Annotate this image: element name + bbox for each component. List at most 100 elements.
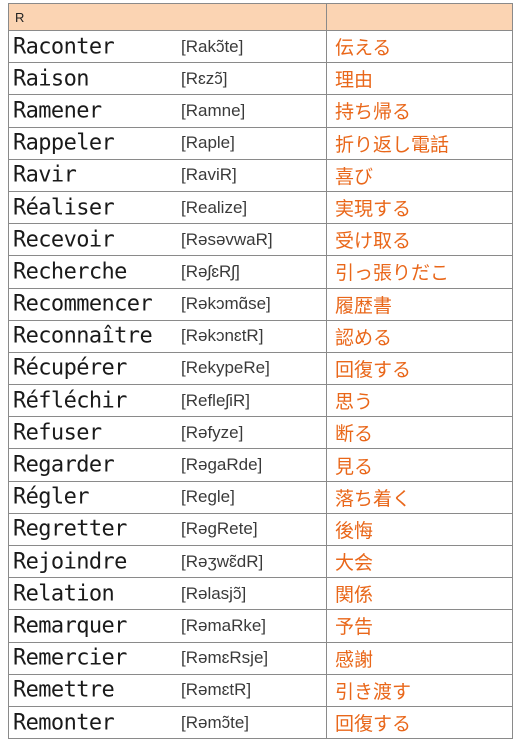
section-letter: R	[8, 3, 327, 31]
pronunciation: [Rəʒwɛ̃dR]	[181, 551, 264, 571]
word-cell: Refuser [Rəfyze]	[8, 416, 327, 450]
japanese-meaning: 感謝	[326, 641, 513, 675]
word-cell: Remettre [RəmɛtR]	[8, 673, 327, 707]
french-word: Raconter	[13, 34, 115, 60]
pronunciation: [Rəmɔ̃te]	[181, 712, 250, 732]
table-row: Rejoindre [Rəʒwɛ̃dR] 大会	[8, 544, 513, 579]
word-cell-content: Regarder [RəgaRde]	[10, 450, 326, 480]
vocabulary-sheet: R Raconter [Rakɔ̃te] 伝える Raison [Rɛzɔ̃] 理由 Ram…	[0, 0, 518, 751]
table-row: Raconter [Rakɔ̃te] 伝える	[8, 29, 513, 64]
japanese-meaning: 持ち帰る	[326, 94, 513, 128]
japanese-meaning: 履歴書	[326, 287, 513, 321]
japanese-meaning: 理由	[326, 62, 513, 96]
pronunciation: [Ramne]	[181, 100, 246, 120]
table-row: Rappeler [Raple] 折り返し電話	[8, 126, 513, 160]
french-word: Régler	[13, 484, 89, 510]
french-word: Regarder	[13, 452, 115, 478]
table-row: Réaliser [Realize] 実現する	[8, 190, 513, 225]
pronunciation: [Rəfyze]	[181, 422, 244, 442]
japanese-meaning: 伝える	[326, 29, 513, 64]
french-word: Regretter	[13, 516, 127, 542]
word-cell: Recommencer [Rəkɔmɑ̃se]	[8, 287, 327, 321]
french-word: Rejoindre	[13, 549, 127, 575]
pronunciation: [Realize]	[181, 197, 248, 217]
table-row: Remercier [RəmɛRsje] 感謝	[8, 641, 513, 675]
word-cell-content: Remarquer [RəmaRke]	[10, 611, 326, 641]
french-word: Ramener	[13, 98, 102, 124]
word-cell: Remarquer [RəmaRke]	[8, 609, 327, 643]
table-row: Remarquer [RəmaRke] 予告	[8, 609, 513, 643]
table-row: Remettre [RəmɛtR] 引き渡す	[8, 673, 513, 707]
word-cell: Relation [Rəlasjɔ̃]	[8, 577, 327, 611]
word-cell: Regarder [RəgaRde]	[8, 448, 327, 482]
pronunciation: [RefleʃiR]	[181, 390, 250, 410]
table-row: Ravir [RaviR] 喜び	[8, 158, 513, 192]
word-cell: Récupérer [RekypeRe]	[8, 351, 327, 386]
table-row: Régler [Regle] 落ち着く	[8, 480, 513, 514]
word-cell-content: Raconter [Rakɔ̃te]	[10, 32, 326, 62]
japanese-meaning: 回復する	[326, 351, 513, 386]
pronunciation: [Rakɔ̃te]	[181, 36, 244, 56]
french-word: Recommencer	[13, 291, 153, 317]
french-word: Remettre	[13, 677, 115, 703]
word-cell-content: Recevoir [RəsəvwaR]	[10, 225, 326, 255]
japanese-meaning: 後悔	[326, 512, 513, 547]
word-cell: Rejoindre [Rəʒwɛ̃dR]	[8, 544, 327, 579]
french-word: Remonter	[13, 710, 115, 736]
french-word: Réaliser	[13, 195, 115, 221]
word-cell-content: Refuser [Rəfyze]	[10, 418, 326, 448]
pronunciation: [Rɛzɔ̃]	[181, 68, 228, 88]
word-cell: Reconnaître [RəkɔnɛtR]	[8, 319, 327, 353]
japanese-meaning: 受け取る	[326, 223, 513, 257]
word-cell: Rappeler [Raple]	[8, 126, 327, 160]
word-cell-content: Recommencer [Rəkɔmɑ̃se]	[10, 289, 326, 319]
table-row: Recommencer [Rəkɔmɑ̃se] 履歴書	[8, 287, 513, 321]
japanese-meaning: 認める	[326, 319, 513, 353]
word-cell: Raconter [Rakɔ̃te]	[8, 29, 327, 64]
word-cell-content: Relation [Rəlasjɔ̃]	[10, 579, 326, 609]
vocabulary-table: R Raconter [Rakɔ̃te] 伝える Raison [Rɛzɔ̃] 理由 Ram…	[8, 3, 513, 740]
table-row: Raison [Rɛzɔ̃] 理由	[8, 62, 513, 96]
word-cell: Regretter [RəgRete]	[8, 512, 327, 547]
table-row: Récupérer [RekypeRe] 回復する	[8, 351, 513, 386]
section-header-row: R	[8, 3, 513, 31]
section-header-blank	[326, 3, 513, 31]
word-cell: Raison [Rɛzɔ̃]	[8, 62, 327, 96]
word-cell-content: Rejoindre [Rəʒwɛ̃dR]	[10, 547, 326, 577]
pronunciation: [RekypeRe]	[181, 358, 270, 378]
vocabulary-table-body: R Raconter [Rakɔ̃te] 伝える Raison [Rɛzɔ̃] 理由 Ram…	[8, 3, 513, 740]
french-word: Raison	[13, 66, 89, 92]
word-cell: Remonter [Rəmɔ̃te]	[8, 705, 327, 740]
french-word: Recherche	[13, 259, 127, 285]
word-cell-content: Remercier [RəmɛRsje]	[10, 643, 326, 673]
word-cell-content: Reconnaître [RəkɔnɛtR]	[10, 321, 326, 351]
japanese-meaning: 関係	[326, 577, 513, 611]
pronunciation: [RəgRete]	[181, 519, 258, 539]
japanese-meaning: 折り返し電話	[326, 126, 513, 160]
japanese-meaning: 予告	[326, 609, 513, 643]
table-row: Refuser [Rəfyze] 断る	[8, 416, 513, 450]
table-row: Remonter [Rəmɔ̃te] 回復する	[8, 705, 513, 740]
word-cell-content: Recherche [RəʃɛRʃ]	[10, 257, 326, 287]
word-cell: Régler [Regle]	[8, 480, 327, 514]
pronunciation: [Rəlasjɔ̃]	[181, 583, 247, 603]
french-word: Refuser	[13, 420, 102, 446]
table-row: Relation [Rəlasjɔ̃] 関係	[8, 577, 513, 611]
pronunciation: [Rəkɔmɑ̃se]	[181, 294, 271, 314]
french-word: Relation	[13, 581, 115, 607]
japanese-meaning: 落ち着く	[326, 480, 513, 514]
word-cell: Ravir [RaviR]	[8, 158, 327, 192]
word-cell: Réfléchir [RefleʃiR]	[8, 384, 327, 418]
word-cell: Recevoir [RəsəvwaR]	[8, 223, 327, 257]
french-word: Reconnaître	[13, 323, 153, 349]
word-cell: Recherche [RəʃɛRʃ]	[8, 255, 327, 289]
japanese-meaning: 大会	[326, 544, 513, 579]
word-cell-content: Raison [Rɛzɔ̃]	[10, 64, 326, 94]
word-cell-content: Récupérer [RekypeRe]	[10, 353, 326, 383]
pronunciation: [RəmɛtR]	[181, 680, 252, 700]
word-cell-content: Régler [Regle]	[10, 482, 326, 512]
french-word: Ravir	[13, 162, 77, 188]
japanese-meaning: 見る	[326, 448, 513, 482]
table-row: Regretter [RəgRete] 後悔	[8, 512, 513, 547]
pronunciation: [RəsəvwaR]	[181, 229, 273, 249]
